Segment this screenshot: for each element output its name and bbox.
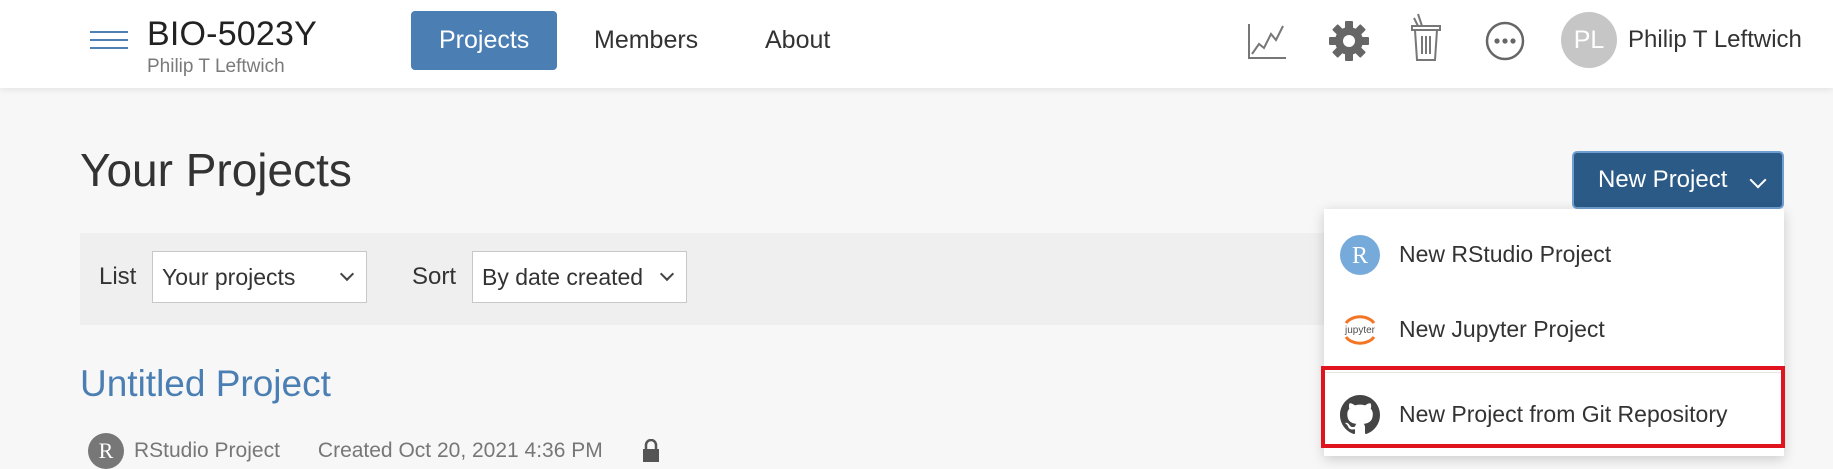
- menu-item-new-jupyter-project[interactable]: jupyter New Jupyter Project: [1324, 294, 1784, 364]
- space-title[interactable]: BIO-5023Y: [147, 15, 317, 54]
- nav-members[interactable]: Members: [566, 11, 726, 70]
- new-project-button[interactable]: New Project: [1572, 151, 1784, 209]
- list-select[interactable]: Your projects: [152, 251, 367, 303]
- jupyter-icon-text: jupyter: [1344, 325, 1376, 336]
- trash-icon[interactable]: [1404, 12, 1450, 61]
- menu-item-label: New Project from Git Repository: [1399, 401, 1728, 427]
- menu-item-new-project-from-git[interactable]: New Project from Git Repository: [1324, 379, 1784, 449]
- hamburger-menu-icon[interactable]: [90, 30, 128, 52]
- gear-icon[interactable]: [1326, 18, 1372, 64]
- lock-icon: [641, 438, 661, 463]
- rstudio-icon: R: [1340, 235, 1380, 275]
- sort-select-value: By date created: [482, 264, 644, 290]
- list-label: List: [99, 263, 137, 290]
- more-options-icon[interactable]: [1482, 18, 1528, 64]
- user-menu[interactable]: PL Philip T Leftwich: [1561, 12, 1802, 68]
- project-title-link[interactable]: Untitled Project: [80, 363, 331, 405]
- sort-select[interactable]: By date created: [472, 251, 687, 303]
- menu-divider: [1324, 372, 1784, 373]
- avatar: PL: [1561, 12, 1617, 68]
- user-name: Philip T Leftwich: [1628, 26, 1802, 53]
- menu-item-new-rstudio-project[interactable]: R New RStudio Project: [1324, 219, 1784, 289]
- page-title: Your Projects: [80, 144, 352, 196]
- chevron-down-icon: [659, 266, 675, 282]
- chevron-down-icon: [1749, 171, 1767, 189]
- github-icon: [1340, 395, 1380, 435]
- project-meta: R RStudio Project Created Oct 20, 2021 4…: [88, 433, 661, 469]
- chevron-down-icon: [339, 266, 355, 282]
- space-owner: Philip T Leftwich: [147, 56, 285, 77]
- filter-bar: List Your projects Sort By date created: [80, 233, 1350, 325]
- jupyter-icon: jupyter: [1340, 310, 1380, 350]
- nav-projects[interactable]: Projects: [411, 11, 558, 70]
- new-project-label: New Project: [1598, 166, 1728, 193]
- menu-item-label: New RStudio Project: [1399, 241, 1612, 267]
- project-created: Created Oct 20, 2021 4:36 PM: [317, 439, 603, 462]
- rstudio-icon-letter: R: [1352, 243, 1368, 269]
- project-type: RStudio Project: [134, 439, 280, 462]
- new-project-dropdown: R New RStudio Project jupyter New Jupyte…: [1324, 209, 1784, 456]
- top-header: BIO-5023Y Philip T Leftwich Projects Mem…: [0, 0, 1833, 88]
- list-select-value: Your projects: [162, 264, 296, 290]
- analytics-icon[interactable]: [1244, 18, 1290, 64]
- menu-item-label: New Jupyter Project: [1399, 316, 1605, 342]
- nav-about[interactable]: About: [737, 11, 858, 70]
- rstudio-badge-icon: R: [88, 433, 124, 469]
- sort-label: Sort: [412, 263, 457, 290]
